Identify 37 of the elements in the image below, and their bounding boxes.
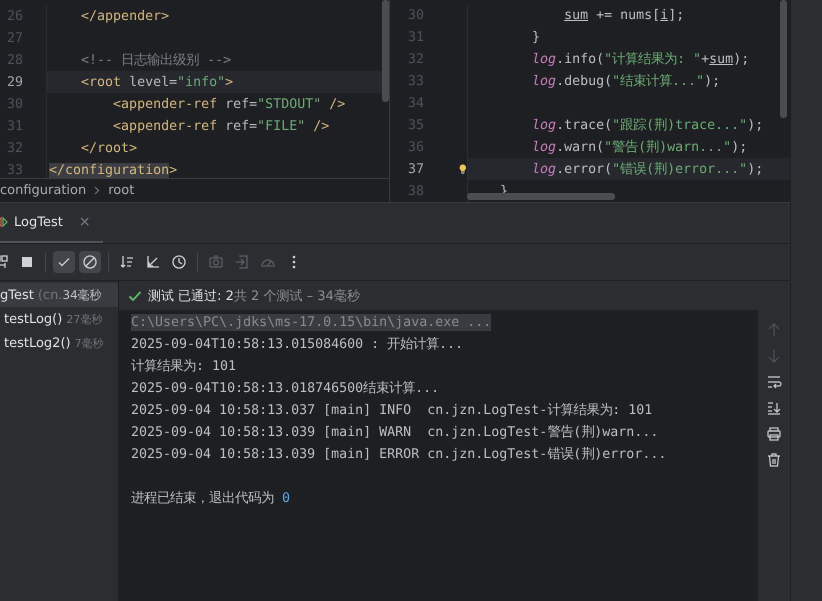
console-line: 进程已结束，退出代码为 0: [131, 490, 290, 507]
console-line: 2025-09-04T10:58:13.018746500结束计算...: [131, 380, 440, 397]
code-line: <appender-ref ref="FILE" />: [112, 118, 330, 134]
code-line: <!-- 日志输出级别 -->: [80, 52, 232, 69]
line-number: 37: [408, 162, 426, 176]
console-line: 2025-09-04 10:58:13.039 [main] WARN cn.jzn.LogTest-警告(荆)warn...: [131, 424, 658, 441]
code-line: </appender>: [80, 8, 170, 24]
breadcrumb-item[interactable]: configuration: [0, 182, 86, 198]
scrollbar-thumb[interactable]: [467, 193, 615, 200]
code-line: </configuration>: [49, 162, 178, 178]
code-line: }: [531, 30, 540, 44]
tree-item[interactable]: testLog2() 7毫秒: [0, 331, 118, 355]
code-line: log.trace("跟踪(荆)trace...");: [531, 116, 764, 134]
code-line: sum += nums[i];: [563, 8, 684, 22]
console-line: 2025-09-04 10:58:13.039 [main] ERROR cn.jzn.LogTest-错误(荆)error...: [131, 446, 666, 463]
ban-icon[interactable]: [79, 251, 101, 273]
check-icon[interactable]: [53, 251, 75, 273]
code-line: log.warn("警告(荆)warn...");: [531, 138, 748, 156]
code-line: <appender-ref ref="STDOUT" />: [112, 96, 346, 112]
code-line: </root>: [80, 140, 138, 156]
scrollbar-thumb[interactable]: [382, 0, 389, 102]
chevron-icon: [94, 186, 100, 194]
code-line: <root level="info">: [80, 74, 234, 90]
code-line: log.error("错误(荆)error...");: [531, 161, 764, 178]
breadcrumb-item[interactable]: root: [108, 182, 134, 198]
console-line: 2025-09-04 10:58:13.037 [main] INFO cn.jzn.LogTest-计算结果为: 101: [131, 402, 652, 419]
code-line: log.info("计算结果为: "+sum);: [531, 50, 750, 68]
console-line: 计算结果为: 101: [131, 358, 236, 375]
check-icon: [128, 290, 142, 302]
tree-item[interactable]: gTest (cn.34毫秒: [0, 283, 118, 307]
run-tab[interactable]: LogTest ×: [0, 203, 103, 243]
line-number: 29: [6, 74, 24, 90]
test-status-text: 测试 已通过: 2共 2 个测试 – 34毫秒: [148, 288, 360, 304]
scrollbar-thumb[interactable]: [780, 0, 787, 118]
tree-item[interactable]: testLog() 27毫秒: [0, 307, 118, 331]
code-line: log.debug("结束计算...");: [531, 72, 720, 90]
console-line: 2025-09-04T10:58:13.015084600 : 开始计算...: [131, 336, 464, 353]
